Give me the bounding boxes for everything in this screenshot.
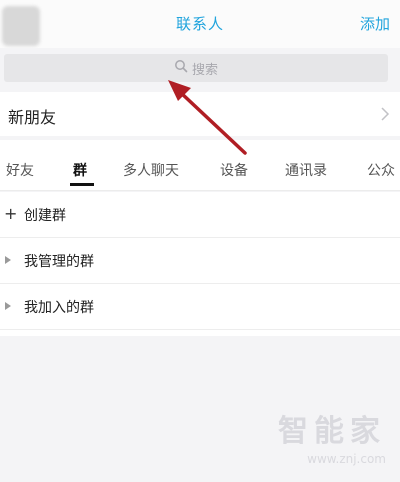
category-tabs: 好友 群 多人聊天 设备 通讯录 公众 [0, 140, 400, 191]
chevron-right-icon [380, 106, 390, 122]
list-item-label: 我加入的群 [24, 300, 94, 316]
tab-multi-chat[interactable]: 多人聊天 [123, 160, 179, 180]
page-title: 联系人 [175, 15, 224, 33]
watermark: 智能家 www.znj.com [278, 406, 386, 466]
triangle-right-icon [5, 256, 11, 264]
tab-address-book[interactable]: 通讯录 [285, 160, 327, 180]
new-friends-label: 新朋友 [8, 108, 57, 127]
create-group-button[interactable]: + 创建群 [0, 192, 400, 238]
tab-groups[interactable]: 群 [73, 160, 87, 180]
triangle-right-icon [5, 302, 11, 310]
list-item[interactable]: 我管理的群 [0, 238, 400, 284]
tab-devices[interactable]: 设备 [220, 160, 248, 180]
search-bar: 搜索 [0, 48, 400, 90]
watermark-name: 智能家 [278, 414, 386, 449]
tab-friends[interactable]: 好友 [6, 160, 34, 180]
search-input[interactable]: 搜索 [4, 54, 388, 82]
list-item-label: 我管理的群 [24, 254, 94, 270]
watermark-url: www.znj.com [307, 452, 386, 466]
active-tab-indicator [70, 183, 94, 186]
list-item[interactable]: 我加入的群 [0, 284, 400, 330]
top-bar: 联系人 添加 [0, 0, 400, 48]
tab-official-accounts[interactable]: 公众 [367, 160, 395, 180]
create-group-label: 创建群 [24, 208, 66, 224]
add-button[interactable]: 添加 [360, 13, 390, 34]
search-icon [174, 59, 188, 77]
new-friends-row[interactable]: 新朋友 [0, 92, 400, 136]
search-placeholder: 搜索 [191, 62, 218, 78]
group-list: + 创建群 我管理的群 我加入的群 [0, 192, 400, 336]
plus-icon: + [4, 204, 18, 223]
